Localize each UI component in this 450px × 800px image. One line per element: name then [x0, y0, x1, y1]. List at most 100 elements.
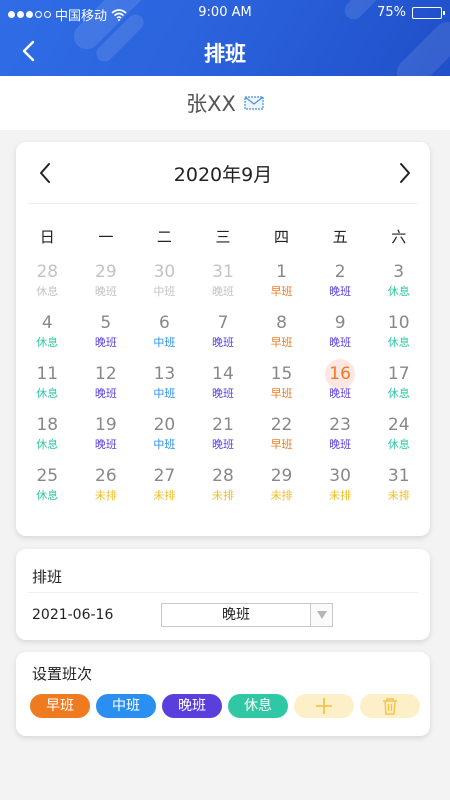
shift-chip-mid[interactable]: 中班: [96, 694, 156, 718]
day-shift-tag: 中班: [153, 438, 176, 451]
day-shift-tag: 未排: [270, 489, 293, 502]
day-number: 13: [153, 364, 176, 384]
shift-chip-early[interactable]: 早班: [30, 694, 90, 718]
day-number: 14: [212, 364, 234, 384]
weekday-label: 六: [391, 228, 407, 246]
user-bar: 张XX: [0, 76, 450, 130]
day-number: 31: [212, 262, 234, 282]
day-number: 11: [36, 364, 59, 384]
day-shift-tag: 晚班: [329, 387, 352, 400]
weekday-label: 一: [98, 228, 114, 246]
day-number: 4: [41, 313, 53, 333]
calendar-grid: 28 休息 29 晚班 30 中班 31 晚班 1 早班 2 晚班 3 休息 4 休息 5 晚班 6 中班 7 晚班 8 早班…: [18, 257, 428, 512]
calendar-day[interactable]: 4 休息: [18, 308, 77, 359]
weekday-label: 二: [156, 228, 172, 246]
day-number: 9: [334, 313, 346, 333]
calendar-day[interactable]: 11 休息: [18, 359, 77, 410]
day-shift-tag: 晚班: [211, 387, 234, 400]
day-shift-tag: 中班: [153, 387, 176, 400]
shift-select[interactable]: 晚班: [161, 603, 333, 627]
header-bar: 中国移动 9:00 AM 75% 排班: [0, 0, 450, 76]
calendar-day[interactable]: 10 休息: [369, 308, 428, 359]
calendar-day[interactable]: 28 未排: [194, 461, 253, 512]
day-shift-tag: 晚班: [211, 336, 234, 349]
day-shift-tag: 晚班: [329, 438, 352, 451]
calendar-day[interactable]: 27 未排: [135, 461, 194, 512]
calendar-day[interactable]: 30 未排: [311, 461, 370, 512]
calendar-day[interactable]: 29 晚班: [77, 257, 136, 308]
weekday-row: 日一二三四五六: [18, 226, 428, 247]
shift-select-value: 晚班: [222, 607, 250, 623]
day-number: 24: [387, 415, 410, 435]
calendar-day[interactable]: 3 休息: [369, 257, 428, 308]
calendar-day[interactable]: 12 晚班: [77, 359, 136, 410]
day-number: 1: [276, 262, 287, 282]
calendar-day[interactable]: 19 晚班: [77, 410, 136, 461]
day-number: 31: [387, 466, 410, 486]
calendar-day[interactable]: 25 休息: [18, 461, 77, 512]
calendar-day[interactable]: 26 未排: [77, 461, 136, 512]
calendar-day[interactable]: 28 休息: [18, 257, 77, 308]
day-number: 5: [100, 313, 112, 333]
day-number: 28: [36, 262, 59, 282]
calendar-day[interactable]: 31 未排: [369, 461, 428, 512]
day-shift-tag: 休息: [387, 387, 410, 400]
day-shift-tag: 中班: [153, 336, 176, 349]
day-shift-tag: 早班: [270, 285, 293, 298]
calendar-day[interactable]: 13 中班: [135, 359, 194, 410]
calendar-day[interactable]: 20 中班: [135, 410, 194, 461]
day-shift-tag: 休息: [36, 438, 59, 451]
day-number: 6: [159, 313, 170, 333]
shift-chip-night[interactable]: 晚班: [162, 694, 222, 718]
divider: [28, 592, 418, 593]
calendar-day[interactable]: 8 早班: [252, 308, 311, 359]
shift-settings-card: 设置班次 早班 中班 晚班 休息: [16, 652, 430, 736]
day-shift-tag: 晚班: [211, 438, 234, 451]
day-number: 10: [387, 313, 410, 333]
calendar-day[interactable]: 29 未排: [252, 461, 311, 512]
day-number: 27: [153, 466, 176, 486]
calendar-day[interactable]: 21 晚班: [194, 410, 253, 461]
day-shift-tag: 未排: [153, 489, 176, 502]
day-shift-tag: 早班: [270, 438, 293, 451]
dropdown-arrow-icon[interactable]: [310, 604, 332, 626]
day-shift-tag: 休息: [36, 387, 59, 400]
add-shift-button[interactable]: [294, 694, 354, 718]
calendar-day[interactable]: 2 晚班: [311, 257, 370, 308]
next-month-icon[interactable]: [398, 162, 412, 184]
calendar-day[interactable]: 14 晚班: [194, 359, 253, 410]
status-right: 75%: [377, 5, 445, 20]
mail-icon[interactable]: [244, 96, 264, 110]
calendar-day[interactable]: 15 早班: [252, 359, 311, 410]
day-shift-tag: 未排: [387, 489, 410, 502]
day-shift-tag: 休息: [36, 336, 59, 349]
day-number: 12: [95, 364, 117, 384]
calendar-day[interactable]: 1 早班: [252, 257, 311, 308]
day-shift-tag: 休息: [36, 489, 59, 502]
day-shift-tag: 中班: [153, 285, 176, 298]
calendar-day-selected[interactable]: 16 晚班: [311, 359, 370, 410]
calendar-day[interactable]: 9 晚班: [311, 308, 370, 359]
day-shift-tag: 早班: [270, 336, 293, 349]
calendar-day[interactable]: 24 休息: [369, 410, 428, 461]
calendar-day[interactable]: 5 晚班: [77, 308, 136, 359]
calendar-day[interactable]: 22 早班: [252, 410, 311, 461]
day-shift-tag: 晚班: [94, 285, 117, 298]
calendar-day[interactable]: 17 休息: [369, 359, 428, 410]
calendar-header: 2020年9月: [28, 142, 418, 204]
calendar-day[interactable]: 23 晚班: [311, 410, 370, 461]
day-number: 2: [334, 262, 346, 282]
calendar-day[interactable]: 7 晚班: [194, 308, 253, 359]
weekday-label: 四: [274, 228, 290, 246]
day-shift-tag: 未排: [329, 489, 352, 502]
calendar-day[interactable]: 30 中班: [135, 257, 194, 308]
day-shift-tag: 晚班: [94, 336, 117, 349]
day-shift-tag: 晚班: [94, 387, 117, 400]
calendar-day[interactable]: 18 休息: [18, 410, 77, 461]
day-number: 19: [95, 415, 117, 435]
delete-shift-button[interactable]: [360, 694, 420, 718]
calendar-day[interactable]: 31 晚班: [194, 257, 253, 308]
shift-chip-rest[interactable]: 休息: [228, 694, 288, 718]
calendar-day[interactable]: 6 中班: [135, 308, 194, 359]
day-shift-tag: 休息: [387, 336, 410, 349]
